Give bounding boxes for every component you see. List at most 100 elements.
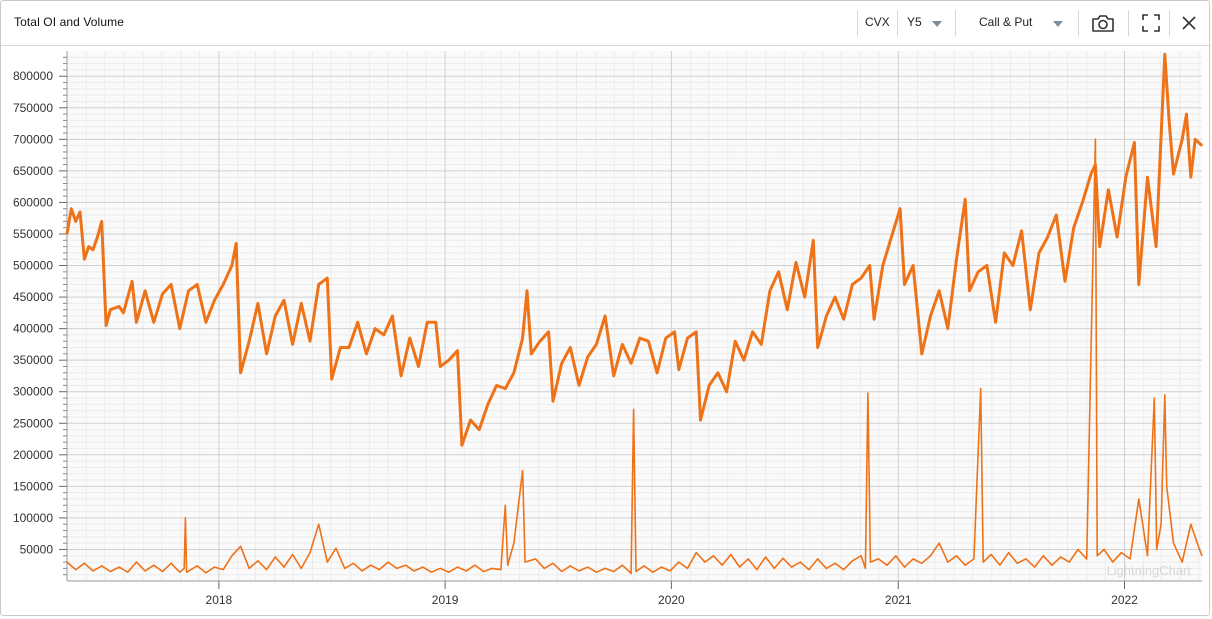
data-point bbox=[83, 562, 85, 564]
data-point bbox=[869, 561, 872, 563]
divider bbox=[857, 10, 858, 36]
data-point bbox=[357, 321, 359, 323]
data-point bbox=[1155, 246, 1157, 248]
data-point bbox=[834, 562, 836, 564]
data-point bbox=[184, 517, 186, 519]
data-point bbox=[964, 198, 966, 200]
data-point bbox=[990, 553, 992, 556]
data-point bbox=[929, 555, 932, 557]
data-point bbox=[1103, 548, 1105, 551]
data-point bbox=[439, 365, 441, 368]
data-point bbox=[1008, 552, 1010, 554]
data-point bbox=[899, 208, 901, 210]
data-point bbox=[266, 353, 268, 355]
data-point bbox=[1133, 141, 1135, 144]
data-point bbox=[231, 264, 233, 267]
option-type-selector[interactable]: Call & Put bbox=[979, 15, 1032, 29]
data-point bbox=[339, 346, 341, 349]
data-point bbox=[413, 570, 415, 572]
fullscreen-icon[interactable] bbox=[1138, 11, 1164, 35]
data-point bbox=[938, 290, 940, 292]
data-point bbox=[374, 328, 376, 330]
y-axis: 50000 100000 150000 200000 250000 300000 35000… bbox=[13, 51, 68, 581]
data-point bbox=[561, 362, 563, 364]
ticker-selector[interactable]: CVX bbox=[865, 15, 890, 29]
data-point bbox=[980, 388, 982, 390]
y-tick-label: 100000 bbox=[13, 511, 53, 525]
data-point bbox=[127, 571, 129, 573]
data-point bbox=[760, 343, 762, 345]
period-selector[interactable]: Y5 bbox=[907, 15, 922, 29]
data-point bbox=[153, 321, 155, 323]
data-point bbox=[1051, 564, 1053, 566]
close-icon[interactable] bbox=[1176, 11, 1202, 35]
data-point bbox=[621, 564, 624, 566]
data-point bbox=[465, 570, 467, 572]
data-point bbox=[300, 567, 302, 570]
data-point bbox=[435, 321, 437, 323]
data-point bbox=[633, 408, 635, 410]
data-point bbox=[1164, 53, 1166, 55]
data-point bbox=[122, 312, 124, 314]
data-point bbox=[955, 258, 958, 260]
data-point bbox=[812, 239, 814, 241]
data-point bbox=[1166, 485, 1168, 487]
data-point bbox=[1190, 523, 1192, 525]
divider bbox=[1128, 10, 1129, 36]
y-tick-label: 300000 bbox=[13, 385, 53, 399]
data-point bbox=[929, 315, 932, 317]
data-point bbox=[1025, 558, 1027, 560]
data-point bbox=[144, 290, 146, 292]
data-point bbox=[860, 555, 862, 557]
data-point bbox=[726, 391, 728, 393]
data-point bbox=[1047, 236, 1049, 238]
data-point bbox=[1129, 558, 1131, 560]
data-point bbox=[183, 567, 185, 570]
watermark: LightningChart bbox=[1106, 563, 1191, 578]
period-dropdown-icon[interactable] bbox=[932, 21, 942, 27]
divider bbox=[1078, 10, 1079, 36]
data-point bbox=[205, 572, 207, 574]
data-point bbox=[530, 353, 532, 355]
data-point bbox=[404, 564, 407, 566]
data-point bbox=[543, 567, 545, 570]
data-point bbox=[1190, 176, 1192, 178]
data-point bbox=[552, 400, 554, 402]
data-point bbox=[890, 236, 893, 238]
data-point bbox=[587, 356, 589, 358]
data-point bbox=[118, 305, 120, 308]
chart-panel: Total OI and Volume CVX Y5 Call & Put 50… bbox=[0, 0, 1211, 616]
data-point bbox=[335, 547, 337, 549]
data-point bbox=[439, 567, 441, 570]
data-point bbox=[912, 264, 914, 267]
data-point bbox=[704, 561, 706, 563]
data-point bbox=[131, 280, 133, 282]
camera-icon[interactable] bbox=[1090, 11, 1116, 35]
data-point bbox=[678, 369, 680, 371]
data-point bbox=[734, 340, 736, 342]
data-point bbox=[1194, 138, 1196, 140]
data-point bbox=[109, 570, 111, 573]
data-point bbox=[977, 271, 979, 273]
data-point bbox=[1164, 394, 1166, 396]
data-point bbox=[213, 299, 216, 301]
data-point bbox=[456, 566, 459, 568]
data-point bbox=[1077, 548, 1079, 551]
data-point bbox=[474, 564, 476, 566]
y-tick-label: 650000 bbox=[13, 164, 53, 178]
data-point bbox=[613, 570, 615, 573]
data-point bbox=[222, 569, 224, 571]
data-point bbox=[507, 564, 509, 566]
data-point bbox=[79, 211, 81, 213]
data-point bbox=[1107, 189, 1109, 191]
option-type-dropdown-icon[interactable] bbox=[1053, 21, 1063, 27]
data-point bbox=[1012, 264, 1014, 267]
data-point bbox=[1201, 555, 1203, 557]
data-point bbox=[578, 570, 580, 572]
data-point bbox=[318, 283, 320, 286]
data-point bbox=[326, 561, 328, 563]
data-point bbox=[595, 343, 598, 345]
data-point bbox=[1168, 119, 1170, 121]
data-point bbox=[1172, 173, 1175, 175]
data-point bbox=[808, 569, 810, 571]
